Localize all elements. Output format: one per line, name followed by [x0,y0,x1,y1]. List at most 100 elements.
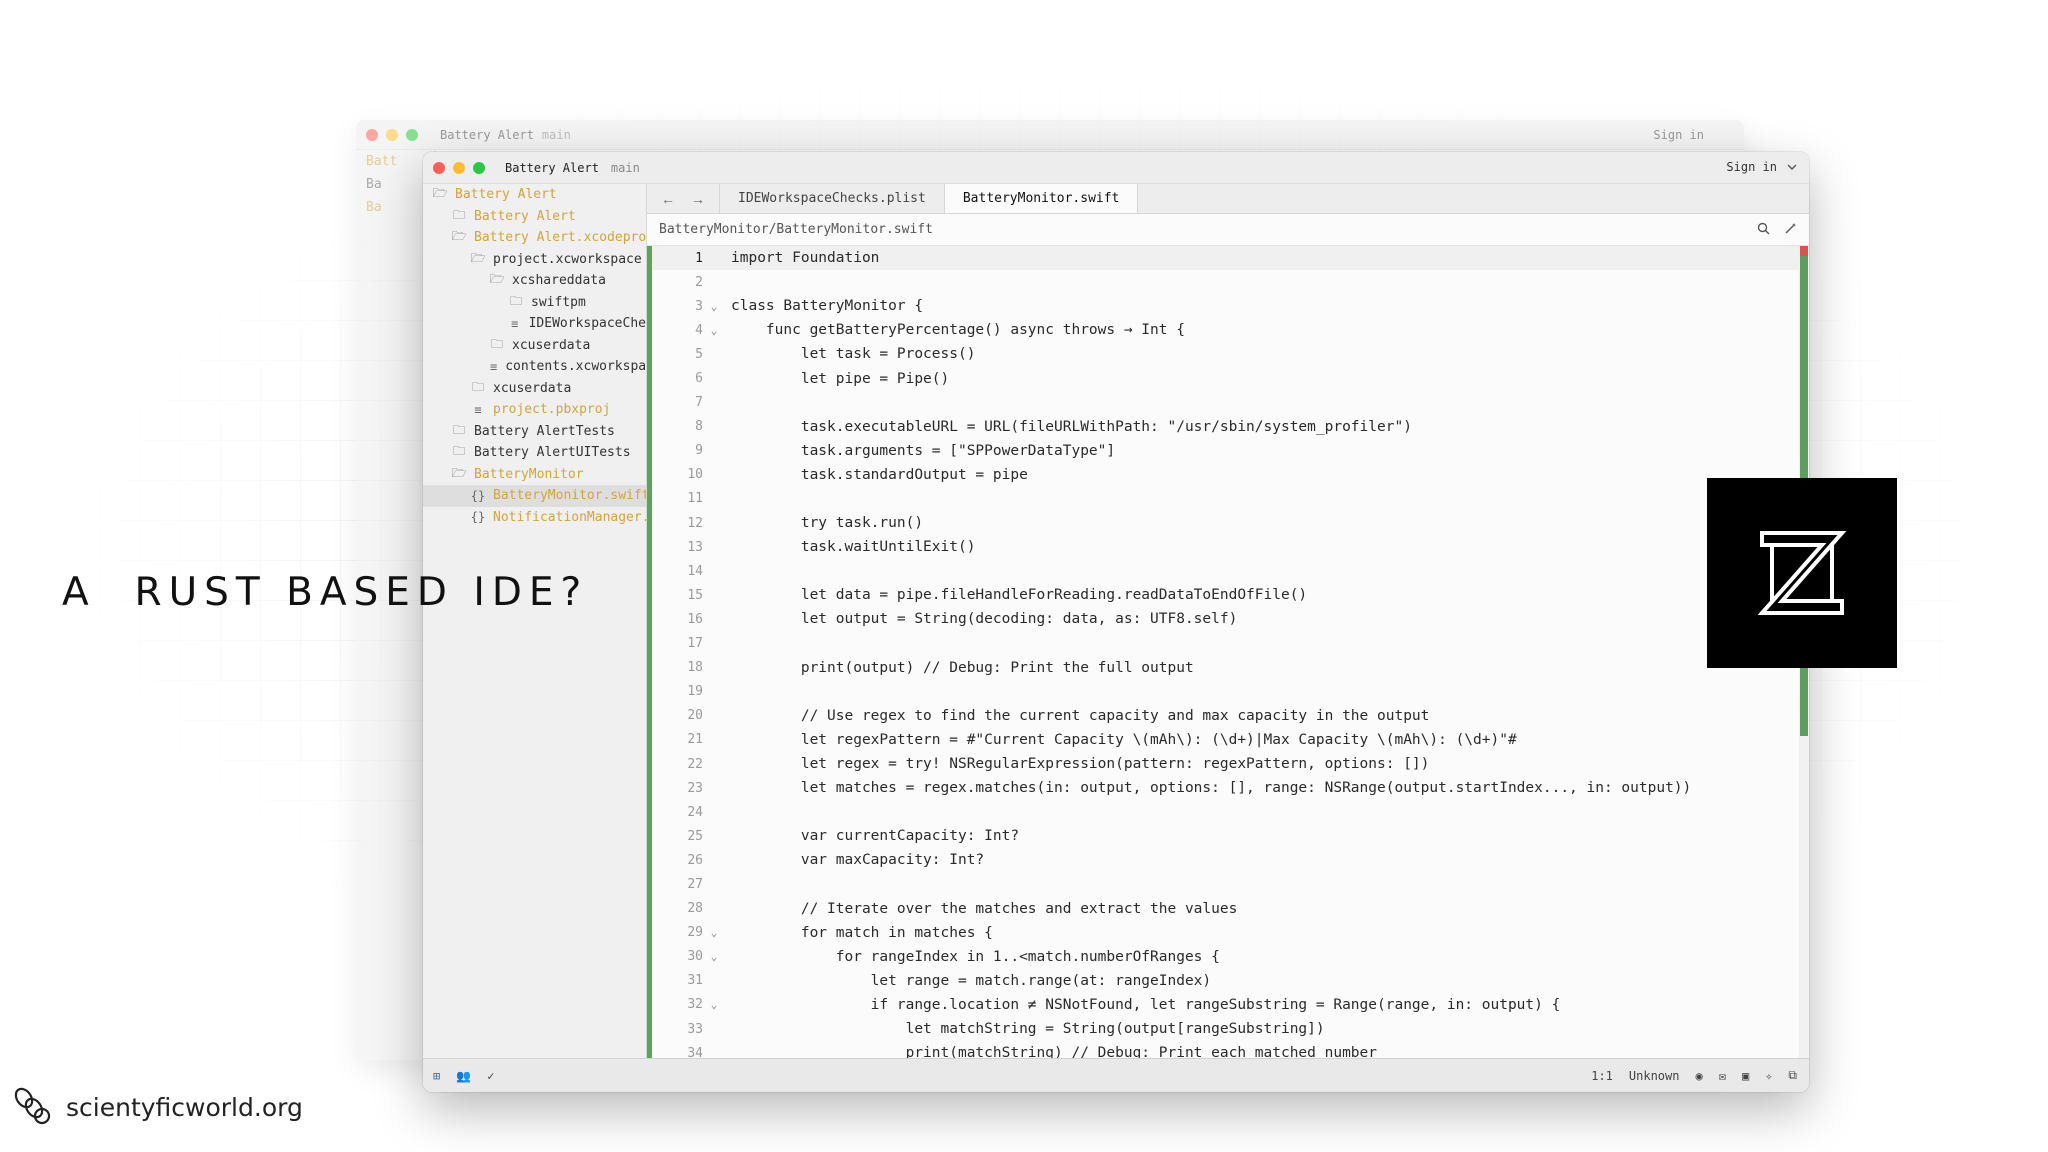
code-line[interactable]: 32 ⌄ if range.location ≠ NSNotFound, let … [647,993,1809,1017]
code-line[interactable]: 19 [647,680,1809,704]
code-line[interactable]: 9 task.arguments = ["SPPowerDataType"] [647,439,1809,463]
code-line[interactable]: 24 [647,800,1809,824]
code-line[interactable]: 6 let pipe = Pipe() [647,366,1809,390]
tree-item[interactable]: 🗀 Battery AlertTests [423,421,646,443]
sign-in-button[interactable]: Sign in [1726,160,1797,174]
tree-item[interactable]: 🗀 Battery AlertUITests [423,442,646,464]
tree-item[interactable]: ≡ IDEWorkspaceChe [423,313,646,335]
code-line[interactable]: 17 [647,632,1809,656]
code-line[interactable]: 20 // Use regex to find the current capa… [647,704,1809,728]
inbox-icon[interactable]: ✉ [1719,1069,1726,1083]
code-line[interactable]: 2 [647,270,1809,294]
code-text: print(matchString) // Debug: Print each … [731,1045,1378,1058]
tree-item[interactable]: 🗀 xcuserdata [423,335,646,357]
code-lines: 1 import Foundation 2 3 ⌄ class BatteryMonito… [647,246,1809,1058]
tree-item[interactable]: 🗁 xcshareddata [423,270,646,292]
assistant-icon[interactable]: ✧ [1765,1069,1772,1083]
tree-item-label: xcshareddata [512,273,606,289]
code-line[interactable]: 21 let regexPattern = #"Current Capacity… [647,728,1809,752]
terminal-icon[interactable]: ▣ [1742,1069,1749,1083]
code-line[interactable]: 14 [647,559,1809,583]
forward-arrow-icon[interactable]: → [691,191,705,207]
code-line[interactable]: 15 let data = pipe.fileHandleForReading.… [647,583,1809,607]
line-number: 18 [687,660,703,676]
code-line[interactable]: 30 ⌄ for rangeIndex in 1..<match.numberOf… [647,945,1809,969]
code-line[interactable]: 16 let output = String(decoding: data, a… [647,607,1809,631]
line-number: 19 [687,684,703,700]
assistant-wand-icon[interactable] [1784,222,1797,235]
code-line[interactable]: 11 [647,487,1809,511]
tab-ideworkspacechecks[interactable]: IDEWorkspaceChecks.plist [720,184,945,213]
close-button[interactable] [433,161,445,174]
code-line[interactable]: 23 let matches = regex.matches(in: outpu… [647,776,1809,800]
code-line[interactable]: 18 print(output) // Debug: Print the ful… [647,656,1809,680]
code-line[interactable]: 25 var currentCapacity: Int? [647,824,1809,848]
collaborators-icon[interactable]: 👥 [456,1069,471,1083]
search-icon[interactable] [1757,222,1770,235]
tree-item[interactable]: ≡ contents.xcworkspa [423,356,646,378]
code-line[interactable]: 12 try task.run() [647,511,1809,535]
code-editor[interactable]: 1 import Foundation 2 3 ⌄ class BatteryMonito… [647,246,1809,1058]
code-text: // Iterate over the matches and extract … [731,900,1238,917]
tree-item[interactable]: 🗁 project.xcworkspace [423,249,646,271]
language-selector[interactable]: Unknown [1629,1069,1680,1083]
brand-site[interactable]: scientyficworld.org [66,1093,303,1122]
code-line[interactable]: 29 ⌄ for match in matches { [647,921,1809,945]
code-line[interactable]: 4 ⌄ func getBatteryPercentage() async thr… [647,318,1809,342]
code-line[interactable]: 33 let matchString = String(output[range… [647,1017,1809,1041]
code-line[interactable]: 3 ⌄ class BatteryMonitor { [647,294,1809,318]
breadcrumb-path[interactable]: BatteryMonitor/BatteryMonitor.swift [659,222,933,237]
tree-item[interactable]: 🗁 BatteryMonitor [423,464,646,486]
tree-item-label: contents.xcworkspa [505,359,647,375]
code-line[interactable]: 28 // Iterate over the matches and extra… [647,897,1809,921]
zoom-button[interactable] [473,161,485,174]
code-text: let range = match.range(at: rangeIndex) [731,972,1212,989]
code-line[interactable]: 34 print(matchString) // Debug: Print ea… [647,1041,1809,1058]
code-text: import Foundation [731,250,880,267]
code-line[interactable]: 5 let task = Process() [647,342,1809,366]
ide-window: Battery Alert main Sign in 🗁 Battery Aler… [423,152,1809,1092]
code-line[interactable]: 8 task.executableURL = URL(fileURLWithPa… [647,415,1809,439]
tree-item[interactable]: 🗀 Battery Alert [423,206,646,228]
tree-item[interactable]: 🗀 xcuserdata [423,378,646,400]
code-line[interactable]: 10 task.standardOutput = pipe [647,463,1809,487]
line-number: 30 [687,949,703,965]
minimize-button[interactable] [453,161,465,174]
code-line[interactable]: 26 var maxCapacity: Int? [647,848,1809,872]
editor-tools [1757,222,1797,235]
tree-item-label: Battery AlertTests [474,423,615,439]
code-line[interactable]: 1 import Foundation [647,246,1809,271]
code-line[interactable]: 31 let range = match.range(at: rangeInde… [647,969,1809,993]
tree-item[interactable]: ≡ project.pbxproj [423,399,646,421]
fold-chevron-icon[interactable]: ⌄ [703,300,725,313]
project-name[interactable]: Battery Alert [505,161,599,175]
file-lines-icon: ≡ [490,359,498,374]
tree-item[interactable]: 🗀 swiftpm [423,292,646,314]
fold-chevron-icon[interactable]: ⌄ [703,324,725,337]
branch-name[interactable]: main [611,161,640,175]
tree-item[interactable]: 🗁 Battery Alert.xcodeproj [423,227,646,249]
tree-item[interactable]: {} NotificationManager.s [423,507,646,529]
fold-chevron-icon[interactable]: ⌄ [703,950,725,963]
folder-icon: 🗀 [509,293,522,308]
code-line[interactable]: 27 [647,872,1809,896]
code-line[interactable]: 7 [647,391,1809,415]
tree-item[interactable]: 🗁 Battery Alert [423,184,646,206]
copilot-icon[interactable]: ◉ [1695,1069,1702,1083]
fold-chevron-icon[interactable]: ⌄ [703,926,725,939]
code-line[interactable]: 22 let regex = try! NSRegularExpression(… [647,752,1809,776]
braces-icon: {} [470,510,486,525]
code-line[interactable]: 13 task.waitUntilExit() [647,535,1809,559]
project-panel-toggle-icon[interactable]: ⊞ [433,1069,440,1083]
back-arrow-icon[interactable]: ← [661,191,675,207]
tab-batterymonitor[interactable]: BatteryMonitor.swift [944,184,1139,213]
tree-item[interactable]: {} BatteryMonitor.swift [423,485,646,507]
code-text: let regex = try! NSRegularExpression(pat… [731,756,1430,773]
chat-icon[interactable]: ⧉ [1788,1068,1797,1083]
cursor-position[interactable]: 1:1 [1591,1069,1613,1083]
line-number: 16 [687,611,703,627]
fold-chevron-icon[interactable]: ⌄ [703,998,725,1011]
navigation-arrows: ← → [647,184,720,213]
line-number: 32 [687,997,703,1013]
diagnostics-check-icon[interactable]: ✓ [487,1069,494,1083]
